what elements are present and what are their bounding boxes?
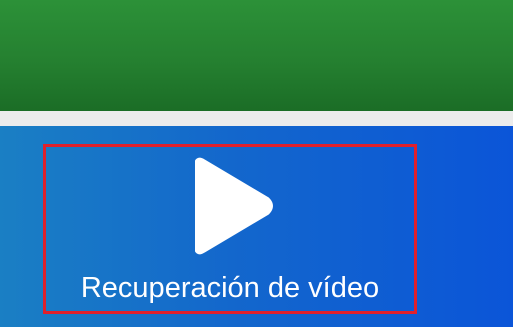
play-icon[interactable]: [195, 156, 273, 256]
video-recovery-label: Recuperación de vídeo: [80, 272, 380, 304]
divider-strip: [0, 111, 513, 126]
top-banner: [0, 0, 513, 111]
